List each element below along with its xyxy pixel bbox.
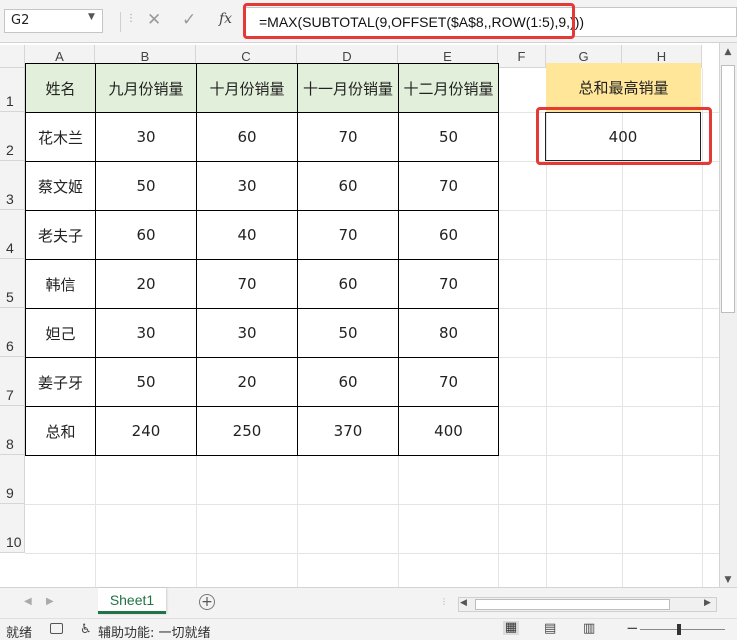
table-cell[interactable]: 250 (196, 406, 298, 456)
row-header-7[interactable]: 7 (0, 357, 25, 406)
column-header-f[interactable]: F (498, 45, 546, 68)
row-header-1[interactable]: 1 (0, 68, 25, 112)
sheet-tab-sheet1[interactable]: Sheet1 (98, 588, 166, 614)
scroll-left-icon[interactable]: ◀ (460, 598, 467, 608)
previous-sheet-icon[interactable]: ◀ (24, 596, 32, 607)
scroll-down-icon[interactable]: ▼ (722, 575, 734, 587)
table-cell[interactable]: 韩信 (25, 259, 96, 309)
macro-record-icon[interactable] (50, 623, 63, 634)
table-cell[interactable]: 60 (297, 259, 399, 309)
table-cell[interactable]: 70 (297, 112, 399, 162)
table-cell[interactable]: 20 (95, 259, 197, 309)
table-cell[interactable]: 50 (297, 308, 399, 358)
row-number: 6 (6, 338, 14, 354)
next-sheet-icon[interactable]: ▶ (46, 596, 54, 607)
table-cell[interactable]: 30 (196, 161, 298, 211)
zoom-out-icon[interactable]: − (626, 619, 639, 637)
table-cell[interactable]: 80 (398, 308, 499, 358)
table-cell[interactable]: 花木兰 (25, 112, 96, 162)
chevron-down-icon[interactable]: ▼ (88, 12, 95, 22)
formula-highlight-box (243, 3, 575, 39)
normal-view-icon[interactable]: ▦ (503, 621, 519, 635)
gridline-horizontal (25, 504, 719, 505)
table-cell[interactable]: 40 (196, 210, 298, 260)
tab-split-handle-icon[interactable]: ⋮ (440, 597, 448, 606)
row-header-4[interactable]: 4 (0, 210, 25, 259)
row-number: 7 (6, 387, 14, 403)
gridline-horizontal (25, 553, 719, 554)
table-header-cell[interactable]: 九月份销量 (95, 63, 197, 113)
enter-icon[interactable]: ✓ (182, 10, 196, 30)
table-cell[interactable]: 蔡文姬 (25, 161, 96, 211)
table-cell[interactable]: 60 (95, 210, 197, 260)
table-header-cell[interactable]: 十二月份销量 (398, 63, 499, 113)
horizontal-scroll-thumb[interactable] (475, 599, 670, 610)
table-cell[interactable]: 总和 (25, 406, 96, 456)
scroll-up-icon[interactable]: ▲ (722, 47, 734, 61)
table-cell[interactable]: 30 (95, 308, 197, 358)
select-all-corner[interactable] (0, 45, 25, 68)
formula-bar-divider (120, 12, 121, 32)
row-header-6[interactable]: 6 (0, 308, 25, 357)
table-cell[interactable]: 370 (297, 406, 399, 456)
table-cell[interactable]: 60 (398, 210, 499, 260)
vertical-scroll-thumb[interactable] (721, 65, 735, 313)
page-layout-icon[interactable]: ▤ (544, 621, 556, 636)
row-header-10[interactable]: 10 (0, 504, 25, 553)
row-header-5[interactable]: 5 (0, 259, 25, 308)
row-number: 10 (6, 534, 22, 550)
table-cell[interactable]: 70 (398, 357, 499, 407)
table-cell[interactable]: 70 (297, 210, 399, 260)
scroll-right-icon[interactable]: ▶ (704, 598, 711, 608)
table-cell[interactable]: 50 (95, 357, 197, 407)
row-number: 8 (6, 436, 14, 452)
table-cell[interactable]: 70 (196, 259, 298, 309)
row-number: 5 (6, 289, 14, 305)
add-sheet-icon[interactable]: + (199, 594, 215, 610)
table-cell[interactable]: 60 (196, 112, 298, 162)
row-header-9[interactable]: 9 (0, 455, 25, 504)
table-cell[interactable]: 姜子牙 (25, 357, 96, 407)
accessibility-status-text[interactable]: 辅助功能: 一切就绪 (98, 622, 211, 641)
table-cell[interactable]: 60 (297, 357, 399, 407)
accessibility-icon[interactable]: ♿ (80, 622, 92, 637)
page-break-preview-icon[interactable]: ▥ (583, 621, 595, 636)
row-header-3[interactable]: 3 (0, 161, 25, 210)
cancel-icon[interactable]: ✕ (147, 10, 161, 30)
status-ready-text: 就绪 (6, 626, 33, 641)
table-cell[interactable]: 50 (95, 161, 197, 211)
summary-highlight-box (536, 107, 712, 165)
table-cell[interactable]: 30 (196, 308, 298, 358)
row-number: 9 (6, 485, 14, 501)
table-cell[interactable]: 老夫子 (25, 210, 96, 260)
row-header-8[interactable]: 8 (0, 406, 25, 455)
table-cell[interactable]: 20 (196, 357, 298, 407)
table-cell[interactable]: 70 (398, 259, 499, 309)
table-cell[interactable]: 240 (95, 406, 197, 456)
table-header-cell[interactable]: 姓名 (25, 63, 96, 113)
more-icon[interactable]: ⋮ (126, 13, 136, 24)
row-number: 2 (6, 142, 14, 158)
table-cell[interactable]: 60 (297, 161, 399, 211)
table-cell[interactable]: 妲己 (25, 308, 96, 358)
row-header-2[interactable]: 2 (0, 112, 25, 161)
table-header-cell[interactable]: 十一月份销量 (297, 63, 399, 113)
row-number: 1 (6, 93, 14, 109)
table-cell[interactable]: 50 (398, 112, 499, 162)
zoom-slider[interactable] (640, 629, 725, 630)
row-number: 3 (6, 191, 14, 207)
table-cell[interactable]: 400 (398, 406, 499, 456)
insert-function-icon[interactable]: fx (219, 11, 232, 27)
zoom-slider-thumb[interactable] (677, 624, 681, 635)
table-cell[interactable]: 70 (398, 161, 499, 211)
table-header-cell[interactable]: 十月份销量 (196, 63, 298, 113)
row-number: 4 (6, 240, 14, 256)
table-cell[interactable]: 30 (95, 112, 197, 162)
summary-label-cell[interactable]: 总和最高销量 (546, 63, 701, 112)
